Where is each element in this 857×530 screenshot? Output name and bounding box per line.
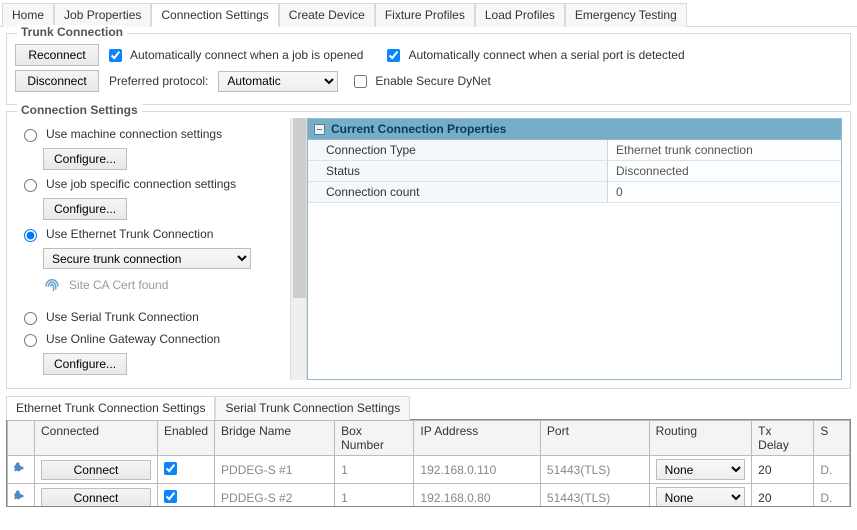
plug-icon — [14, 489, 28, 503]
routing-select[interactable]: None — [656, 459, 746, 480]
trunk-connection-group: Trunk Connection Reconnect Automatically… — [6, 33, 851, 105]
col-header[interactable]: BoxNumber — [335, 421, 414, 456]
tx-delay-cell[interactable]: 20 — [752, 456, 814, 484]
enabled-checkbox[interactable] — [164, 490, 177, 503]
connect-cell: Connect — [35, 456, 158, 484]
port-cell: 51443(TLS) — [540, 456, 649, 484]
col-header[interactable]: S — [814, 421, 850, 456]
enable-secure-dynet-checkbox[interactable]: Enable Secure DyNet — [354, 74, 490, 88]
connect-button[interactable]: Connect — [41, 488, 151, 508]
tab-fixture-profiles[interactable]: Fixture Profiles — [375, 3, 475, 27]
trunk-title: Trunk Connection — [17, 25, 127, 39]
radio-machine-label: Use machine connection settings — [46, 127, 222, 141]
tab-connection-settings[interactable]: Connection Settings — [151, 3, 278, 27]
auto-connect-job-label: Automatically connect when a job is open… — [130, 48, 363, 62]
routing-cell: None — [649, 456, 752, 484]
property-row: Connection TypeEthernet trunk connection — [308, 140, 841, 161]
routing-cell: None — [649, 484, 752, 508]
disconnect-button[interactable]: Disconnect — [15, 70, 99, 92]
col-header[interactable]: TxDelay — [752, 421, 814, 456]
radio-serial-label: Use Serial Trunk Connection — [46, 310, 199, 324]
ip-address-cell: 192.168.0.80 — [414, 484, 541, 508]
tab-emergency-testing[interactable]: Emergency Testing — [565, 3, 687, 27]
configure-job-button[interactable]: Configure... — [43, 198, 127, 220]
box-number-cell: 1 — [335, 456, 414, 484]
tab-job-properties[interactable]: Job Properties — [54, 3, 151, 27]
connection-settings-group: Connection Settings Use machine connecti… — [6, 111, 851, 389]
port-cell: 51443(TLS) — [540, 484, 649, 508]
connection-settings-title: Connection Settings — [17, 103, 142, 117]
radio-job-settings[interactable]: Use job specific connection settings — [19, 176, 286, 192]
auto-connect-job-checkbox[interactable]: Automatically connect when a job is open… — [109, 48, 363, 62]
bridge-name-cell: PDDEG-S #2 — [215, 484, 335, 508]
property-row: StatusDisconnected — [308, 161, 841, 182]
col-header[interactable]: Enabled — [158, 421, 215, 456]
table-row: Connect PDDEG-S #11192.168.0.11051443(TLS… — [8, 456, 850, 484]
radio-ethernet-trunk[interactable]: Use Ethernet Trunk Connection — [19, 226, 286, 242]
connect-cell: Connect — [35, 484, 158, 508]
box-number-cell: 1 — [335, 484, 414, 508]
col-header[interactable]: IP Address — [414, 421, 541, 456]
radio-machine-settings[interactable]: Use machine connection settings — [19, 126, 286, 142]
preferred-protocol-label: Preferred protocol: — [109, 74, 208, 88]
property-value: Ethernet trunk connection — [608, 140, 841, 160]
property-value: 0 — [608, 182, 841, 202]
enabled-cell[interactable] — [158, 456, 215, 484]
tab-home[interactable]: Home — [2, 3, 54, 27]
row-icon-cell — [8, 484, 35, 508]
site-cert-status: Site CA Cert found — [43, 275, 168, 295]
property-key: Status — [308, 161, 608, 181]
configure-machine-button[interactable]: Configure... — [43, 148, 127, 170]
property-value: Disconnected — [608, 161, 841, 181]
radio-serial-trunk[interactable]: Use Serial Trunk Connection — [19, 309, 286, 325]
enabled-checkbox[interactable] — [164, 462, 177, 475]
auto-connect-serial-checkbox[interactable]: Automatically connect when a serial port… — [387, 48, 684, 62]
connect-button[interactable]: Connect — [41, 460, 151, 480]
tab-ethernet-trunk-connection-settings[interactable]: Ethernet Trunk Connection Settings — [6, 396, 215, 420]
fingerprint-icon — [43, 275, 61, 295]
configure-gateway-button[interactable]: Configure... — [43, 353, 127, 375]
ip-address-cell: 192.168.0.110 — [414, 456, 541, 484]
property-key: Connection Type — [308, 140, 608, 160]
radio-job-label: Use job specific connection settings — [46, 177, 236, 191]
routing-select[interactable]: None — [656, 487, 746, 507]
radio-online-gateway[interactable]: Use Online Gateway Connection — [19, 331, 286, 347]
radio-ethernet-label: Use Ethernet Trunk Connection — [46, 227, 213, 241]
site-cert-label: Site CA Cert found — [69, 278, 168, 292]
enable-secure-dynet-label: Enable Secure DyNet — [375, 74, 490, 88]
col-header[interactable]: Routing — [649, 421, 752, 456]
col-header[interactable]: Port — [540, 421, 649, 456]
bridge-name-cell: PDDEG-S #1 — [215, 456, 335, 484]
trunk-settings-tabstrip: Ethernet Trunk Connection SettingsSerial… — [0, 395, 857, 419]
ethernet-mode-select[interactable]: Secure trunk connection — [43, 248, 251, 269]
main-tabstrip: HomeJob PropertiesConnection SettingsCre… — [0, 0, 857, 27]
left-panel-scrollbar[interactable] — [290, 118, 307, 380]
connection-mode-panel: Use machine connection settings Configur… — [15, 118, 290, 380]
radio-gateway-label: Use Online Gateway Connection — [46, 332, 220, 346]
col-header[interactable]: Bridge Name — [215, 421, 335, 456]
collapse-icon[interactable] — [314, 124, 325, 135]
current-connection-properties: Current Connection Properties Connection… — [307, 118, 842, 380]
row-icon-cell — [8, 456, 35, 484]
preferred-protocol-select[interactable]: Automatic — [218, 71, 338, 92]
enabled-cell[interactable] — [158, 484, 215, 508]
tab-load-profiles[interactable]: Load Profiles — [475, 3, 565, 27]
col-header[interactable] — [8, 421, 35, 456]
auto-connect-serial-label: Automatically connect when a serial port… — [408, 48, 684, 62]
properties-title: Current Connection Properties — [331, 122, 506, 136]
plug-icon — [14, 461, 28, 475]
col-header[interactable]: Connected — [35, 421, 158, 456]
tab-serial-trunk-connection-settings[interactable]: Serial Trunk Connection Settings — [215, 396, 410, 420]
s-cell: D. — [814, 456, 850, 484]
property-row: Connection count0 — [308, 182, 841, 203]
tab-create-device[interactable]: Create Device — [279, 3, 375, 27]
property-key: Connection count — [308, 182, 608, 202]
tx-delay-cell[interactable]: 20 — [752, 484, 814, 508]
reconnect-button[interactable]: Reconnect — [15, 44, 99, 66]
s-cell: D. — [814, 484, 850, 508]
ethernet-trunk-grid: ConnectedEnabledBridge NameBoxNumberIP A… — [6, 419, 851, 507]
table-row: Connect PDDEG-S #21192.168.0.8051443(TLS)… — [8, 484, 850, 508]
